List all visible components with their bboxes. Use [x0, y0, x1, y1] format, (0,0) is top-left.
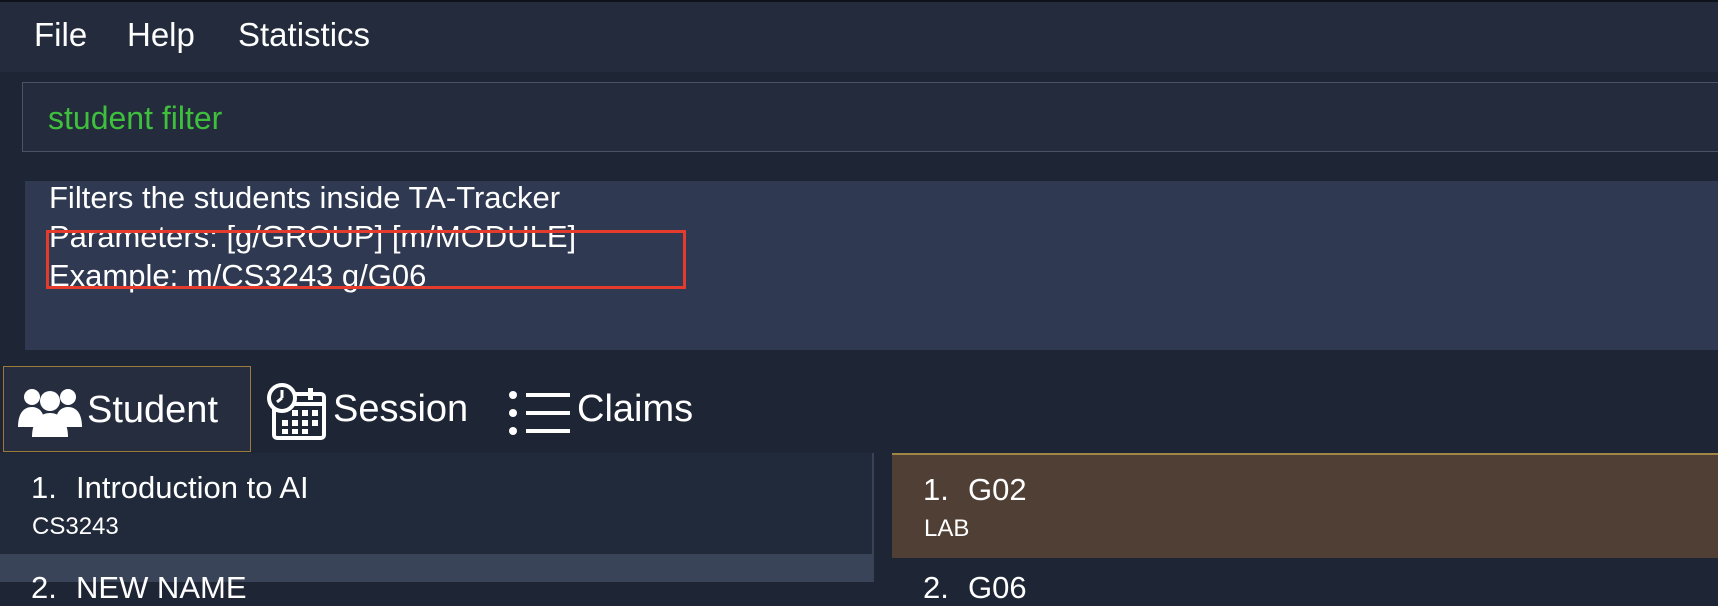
list-icon: [509, 391, 570, 435]
command-input-text: student filter: [48, 100, 223, 136]
tab-session-label: Session: [333, 388, 469, 430]
group-type: LAB: [924, 515, 970, 542]
module-name: Introduction to AI: [76, 470, 309, 505]
list-item-group[interactable]: 2. G06: [892, 558, 1718, 605]
result-description: Filters the students inside TA-Tracker: [49, 180, 561, 215]
list-item-module[interactable]: 2. NEW NAME: [0, 554, 872, 605]
menu-statistics[interactable]: Statistics: [238, 16, 370, 54]
module-code: CS3243: [32, 513, 119, 540]
parameters-highlight-box: [46, 230, 686, 289]
command-input[interactable]: student filter: [22, 82, 1718, 152]
calendar-clock-icon: [267, 383, 326, 440]
group-name: G02: [968, 472, 1027, 507]
group-name: G06: [968, 570, 1027, 605]
menu-help[interactable]: Help: [127, 16, 195, 54]
tab-student-label: Student: [87, 389, 218, 431]
menu-file[interactable]: File: [34, 16, 87, 54]
tab-student[interactable]: Student: [3, 366, 251, 452]
tab-claims[interactable]: Claims: [505, 366, 715, 452]
module-name: NEW NAME: [76, 570, 247, 605]
list-item-group[interactable]: 1. G02 LAB: [892, 453, 1718, 558]
group-index: 1.: [923, 472, 949, 507]
group-index: 2.: [923, 570, 949, 605]
tab-claims-label: Claims: [577, 388, 694, 430]
module-index: 2.: [31, 570, 57, 605]
module-index: 1.: [31, 470, 57, 505]
students-icon: [18, 389, 82, 437]
list-divider: [872, 453, 874, 582]
tab-session[interactable]: Session: [262, 366, 490, 452]
menu-bar: File Help Statistics: [0, 2, 1718, 72]
list-item-module[interactable]: 1. Introduction to AI CS3243: [0, 453, 872, 554]
